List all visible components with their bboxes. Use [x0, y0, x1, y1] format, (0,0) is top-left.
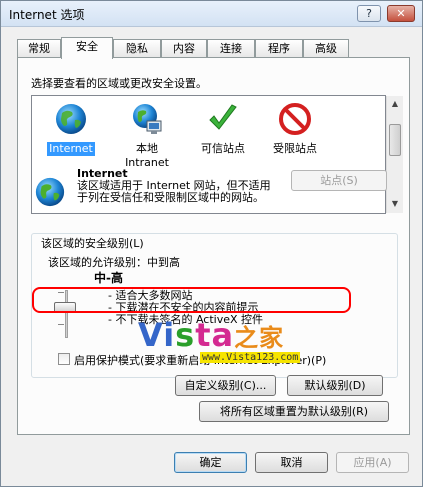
zone-label-restricted-sites: 受限站点	[273, 142, 317, 155]
level-line-3: - 不下载未签名的 ActiveX 控件	[108, 313, 264, 326]
tab-advanced[interactable]: 高级	[303, 39, 349, 58]
protected-mode-checkbox[interactable]	[58, 353, 70, 365]
title-bar: Internet 选项 ? ✕	[1, 1, 422, 27]
apply-button[interactable]: 应用(A)	[336, 452, 409, 473]
zone-label-internet: Internet	[47, 142, 95, 156]
sites-button[interactable]: 站点(S)	[291, 170, 387, 191]
security-level-group-label: 该区域的安全级别(L)	[39, 235, 146, 251]
zone-description: 该区域适用于 Internet 网站，但不适用于列在受信任和受限制区域中的网站。	[77, 179, 271, 204]
protected-mode-label[interactable]: 启用保护模式(要求重新启动 Internet Explorer)(P)	[74, 352, 326, 368]
zone-restricted-sites[interactable]: 受限站点	[260, 102, 330, 156]
checkmark-icon	[209, 104, 237, 130]
current-level-name: 中-高	[94, 271, 123, 285]
internet-options-dialog: Internet 选项 ? ✕ 常规 安全 隐私 内容 连接 程序 高级 选择要…	[0, 0, 423, 487]
restricted-icon	[279, 103, 311, 135]
cancel-button[interactable]: 取消	[255, 452, 328, 473]
zone-prompt: 选择要查看的区域或更改安全设置。	[31, 77, 207, 90]
zone-label-local-intranet: 本地 Intranet	[125, 142, 169, 169]
tab-security[interactable]: 安全	[61, 37, 113, 59]
allowed-levels-label: 该区域的允许级别：中到高	[48, 256, 180, 269]
slider-tick	[58, 324, 64, 325]
zone-local-intranet[interactable]: 本地 Intranet	[112, 102, 182, 170]
help-button[interactable]: ?	[357, 5, 381, 22]
selected-zone-globe-icon	[35, 177, 65, 207]
globe-icon	[56, 104, 86, 134]
scrollbar-thumb[interactable]	[389, 124, 401, 156]
tab-content[interactable]: 内容	[161, 39, 207, 58]
security-panel: 选择要查看的区域或更改安全设置。 Internet 本地 Intranet 可信…	[17, 57, 410, 435]
tab-programs[interactable]: 程序	[255, 39, 303, 58]
intranet-icon	[133, 104, 162, 134]
tab-privacy[interactable]: 隐私	[113, 39, 161, 58]
zone-list-scrollbar[interactable]: ▲ ▼	[386, 96, 403, 213]
ok-button[interactable]: 确定	[174, 452, 247, 473]
scroll-down-icon[interactable]: ▼	[387, 196, 403, 212]
scroll-up-icon[interactable]: ▲	[387, 96, 403, 112]
protected-mode-highlight	[32, 287, 351, 313]
reset-all-zones-button[interactable]: 将所有区域重置为默认级别(R)	[199, 401, 389, 422]
close-button[interactable]: ✕	[387, 5, 415, 22]
tab-connections[interactable]: 连接	[207, 39, 255, 58]
custom-level-button[interactable]: 自定义级别(C)...	[175, 375, 276, 396]
default-level-button[interactable]: 默认级别(D)	[287, 375, 383, 396]
zone-label-trusted-sites: 可信站点	[201, 142, 245, 155]
tab-general[interactable]: 常规	[17, 39, 61, 58]
zone-trusted-sites[interactable]: 可信站点	[188, 102, 258, 156]
window-title: Internet 选项	[9, 8, 85, 22]
zone-internet[interactable]: Internet	[36, 102, 106, 156]
